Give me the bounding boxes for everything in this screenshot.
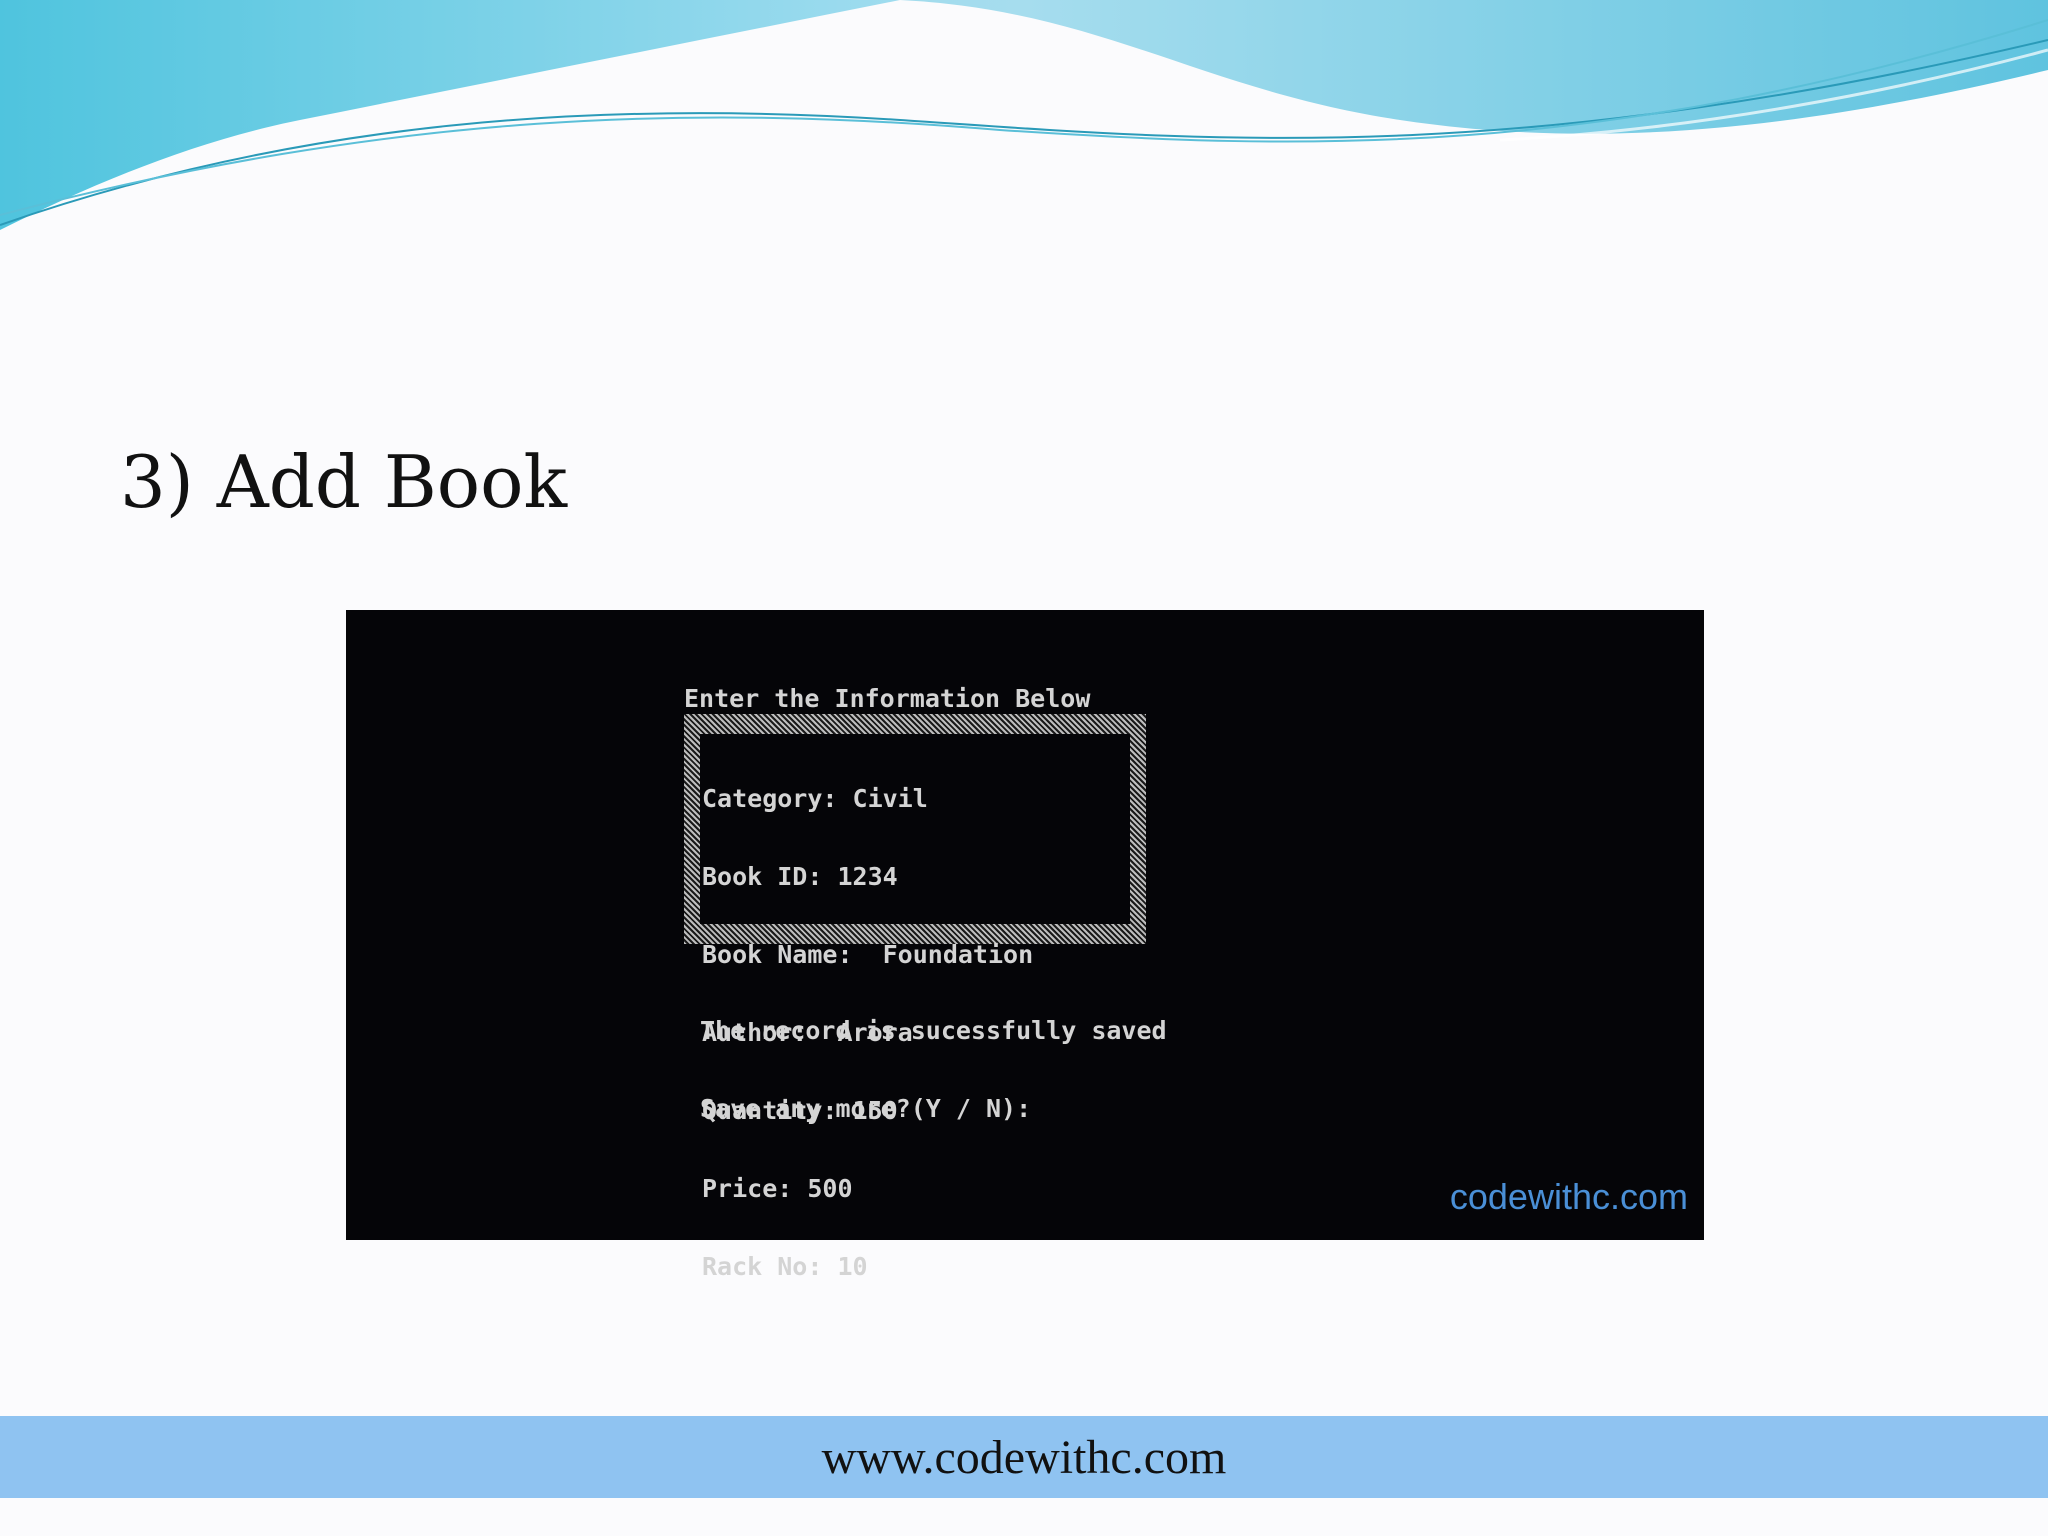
saved-message: The record is sucessfully saved: [700, 1016, 1167, 1045]
slide-title: 3) Add Book: [120, 440, 568, 524]
form-border: Category: Civil Book ID: 1234 Book Name:…: [684, 714, 1146, 1280]
console-screenshot: Enter the Information Below Category: Ci…: [346, 610, 1704, 1280]
watermark-logo: codewithc.com: [1449, 1176, 1688, 1217]
header-wave-decoration: [0, 0, 2048, 230]
footer-url: www.codewithc.com: [821, 1431, 1227, 1484]
console-messages: The record is sucessfully saved Save any…: [700, 966, 1167, 1174]
save-more-prompt: Save any more?(Y / N):: [700, 1094, 1032, 1123]
field-price: Price: 500: [702, 1174, 853, 1203]
footer-bar: www.codewithc.com: [0, 1416, 2048, 1498]
field-category: Category: Civil: [702, 784, 928, 813]
field-book-id: Book ID: 1234: [702, 862, 898, 891]
field-rack-no: Rack No: 10: [702, 1252, 868, 1281]
form-fields: Category: Civil Book ID: 1234 Book Name:…: [700, 734, 1130, 1280]
field-book-name: Book Name: Foundation: [702, 940, 1034, 969]
console-heading: Enter the Information Below: [684, 684, 1091, 713]
